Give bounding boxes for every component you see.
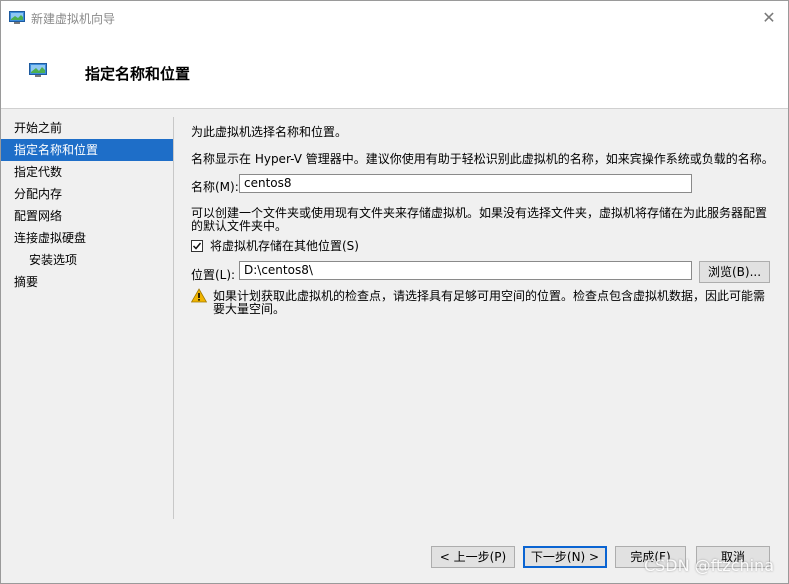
- next-button[interactable]: 下一步(N) >: [523, 546, 607, 568]
- name-label: 名称(M):: [191, 180, 239, 194]
- name-hint-text: 名称显示在 Hyper-V 管理器中。建议你使用有助于轻松识别此虚拟机的名称，如…: [191, 152, 774, 166]
- warning-line1: 如果计划获取此虚拟机的检查点，请选择具有足够可用空间的位置。检查点包含虚拟机数据…: [213, 289, 766, 303]
- nav-item-summary[interactable]: 摘要: [1, 271, 173, 293]
- warning-line2: 要大量空间。: [213, 302, 286, 316]
- close-button[interactable]: ✕: [758, 7, 780, 29]
- nav-item-networking[interactable]: 配置网络: [1, 205, 173, 227]
- hyper-v-vm-icon: [9, 11, 25, 24]
- watermark-text: CSDN @ftzchina: [643, 556, 774, 575]
- page-title: 指定名称和位置: [85, 65, 191, 83]
- folder-hint-line2: 的默认文件夹中。: [191, 219, 288, 233]
- previous-button[interactable]: < 上一步(P): [431, 546, 515, 568]
- location-input[interactable]: D:\centos8\: [239, 261, 692, 280]
- name-input[interactable]: centos8: [239, 174, 692, 193]
- folder-hint-line1: 可以创建一个文件夹或使用现有文件夹来存储虚拟机。如果没有选择文件夹，虚拟机将存储…: [191, 206, 768, 220]
- wizard-body: 开始之前 指定名称和位置 指定代数 分配内存 配置网络 连接虚拟硬盘 安装选项 …: [1, 109, 788, 583]
- window-title: 新建虚拟机向导: [31, 12, 116, 26]
- nav-item-generation[interactable]: 指定代数: [1, 161, 173, 183]
- warning-icon: [191, 288, 207, 303]
- nav-item-memory[interactable]: 分配内存: [1, 183, 173, 205]
- wizard-steps-nav: 开始之前 指定名称和位置 指定代数 分配内存 配置网络 连接虚拟硬盘 安装选项 …: [1, 117, 174, 519]
- location-label: 位置(L):: [191, 268, 236, 282]
- nav-item-virtual-hard-disk[interactable]: 连接虚拟硬盘: [1, 227, 173, 249]
- wizard-window: 新建虚拟机向导 ✕ 指定名称和位置 开始之前 指定名称和位置 指定代数 分配内存…: [0, 0, 789, 584]
- title-bar[interactable]: 新建虚拟机向导 ✕: [1, 1, 788, 35]
- store-elsewhere-label[interactable]: 将虚拟机存储在其他位置(S): [210, 239, 359, 253]
- store-elsewhere-checkbox[interactable]: [191, 240, 203, 252]
- wizard-header: 指定名称和位置: [1, 35, 788, 109]
- nav-item-name-and-location[interactable]: 指定名称和位置: [1, 139, 173, 161]
- nav-item-before-you-begin[interactable]: 开始之前: [1, 117, 173, 139]
- hyper-v-vm-icon: [29, 63, 47, 77]
- intro-text: 为此虚拟机选择名称和位置。: [191, 125, 348, 139]
- checkmark-icon: [192, 242, 202, 250]
- browse-button[interactable]: 浏览(B)...: [699, 261, 770, 283]
- nav-item-installation-options[interactable]: 安装选项: [1, 249, 173, 271]
